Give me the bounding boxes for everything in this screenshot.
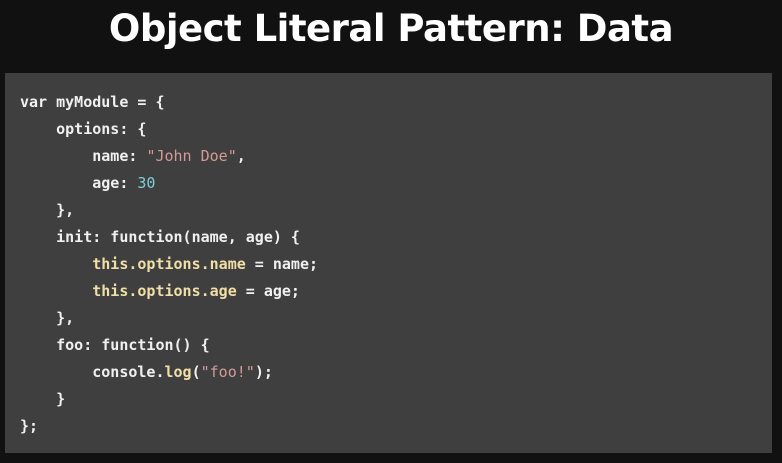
code-line: options: { bbox=[20, 116, 318, 143]
number-literal: 30 bbox=[137, 174, 156, 192]
code-line: this.options.age = age; bbox=[20, 278, 318, 305]
code-token: , bbox=[236, 147, 246, 165]
property-access: this.options.age bbox=[92, 282, 237, 300]
code-line: this.options.name = name; bbox=[20, 251, 318, 278]
code-line: foo: function() { bbox=[20, 332, 318, 359]
slide: Object Literal Pattern: Data var myModul… bbox=[0, 0, 782, 463]
code-token: init: function(name, age) { bbox=[20, 228, 300, 246]
code-token: } bbox=[20, 390, 66, 408]
code-token: foo: function() { bbox=[20, 336, 210, 354]
code-token: options: { bbox=[20, 120, 147, 138]
code-line: name: "John Doe", bbox=[20, 143, 318, 170]
code-line: var myModule = { bbox=[20, 89, 318, 116]
code-line: }, bbox=[20, 197, 318, 224]
code-line: console.log("foo!"); bbox=[20, 359, 318, 386]
code-token: ( bbox=[191, 363, 201, 381]
code-token: ); bbox=[254, 363, 273, 381]
code-token: = name; bbox=[245, 255, 319, 273]
code-line: init: function(name, age) { bbox=[20, 224, 318, 251]
string-literal: "foo!" bbox=[200, 363, 255, 381]
string-literal: "John Doe" bbox=[146, 147, 237, 165]
property-access: this.options.name bbox=[92, 255, 246, 273]
code-token: }; bbox=[20, 417, 39, 435]
code-token: }, bbox=[20, 309, 75, 327]
code-token: }, bbox=[20, 201, 75, 219]
code-line: age: 30 bbox=[20, 170, 318, 197]
slide-title: Object Literal Pattern: Data bbox=[108, 7, 674, 50]
code-line: }; bbox=[20, 413, 318, 440]
code-token: age: bbox=[20, 174, 138, 192]
code-token: var myModule = { bbox=[20, 93, 165, 111]
code-token: name: bbox=[20, 147, 147, 165]
code-line: }, bbox=[20, 305, 318, 332]
method-name: log bbox=[164, 363, 192, 381]
code-block: var myModule = { options: { name: "John … bbox=[5, 73, 772, 453]
code-listing: var myModule = { options: { name: "John … bbox=[20, 89, 318, 440]
code-token: = age; bbox=[236, 282, 300, 300]
code-line: } bbox=[20, 386, 318, 413]
code-token: console. bbox=[20, 363, 165, 381]
